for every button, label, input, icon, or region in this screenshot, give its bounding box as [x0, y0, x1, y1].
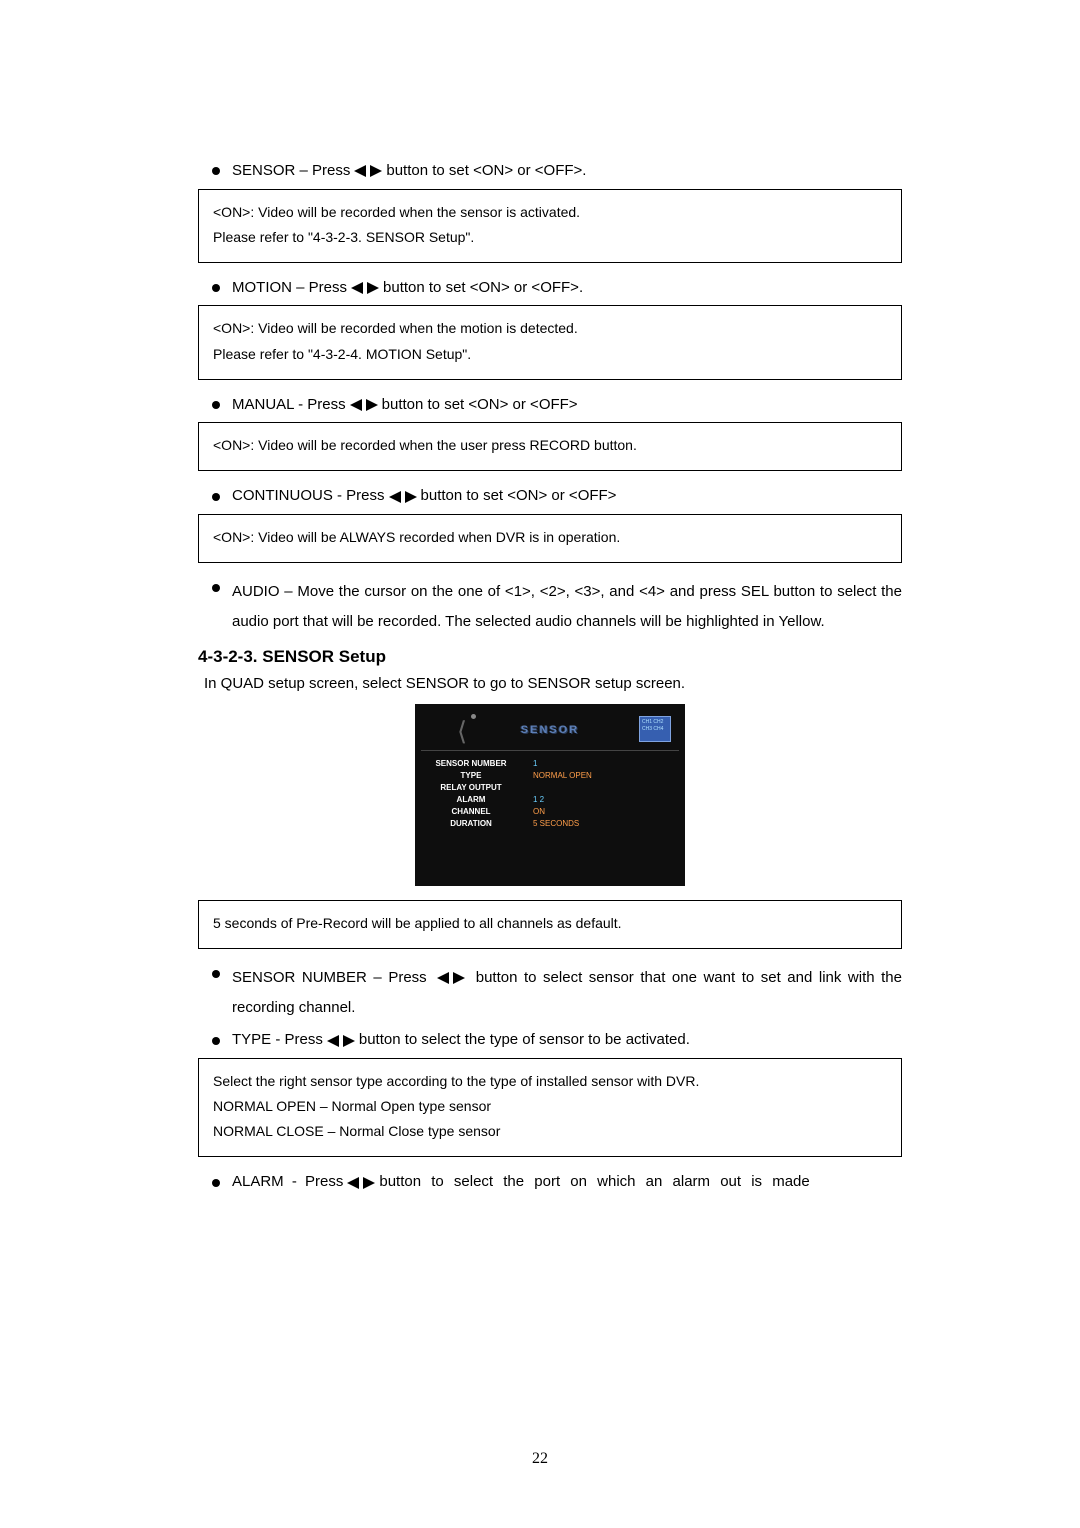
sensor-screenshot-title: SENSOR	[521, 724, 579, 736]
bullet-continuous: CONTINUOUS - Press button to set <ON> or…	[198, 485, 902, 508]
type-box-line2: NORMAL OPEN – Normal Open type sensor	[213, 1094, 887, 1119]
row-label: RELAY OUTPUT	[421, 783, 521, 792]
bullet-icon	[212, 584, 220, 592]
bullet-sensor-number: SENSOR NUMBER – Press button to select s…	[198, 963, 902, 1023]
bullet-icon	[212, 1179, 220, 1187]
left-right-arrow-icon	[389, 490, 417, 504]
badge-line1: CH1 CH2	[642, 719, 668, 726]
manual-text-pre: MANUAL - Press	[232, 394, 346, 417]
sensor-box-line2: Please refer to "4-3-2-3. SENSOR Setup".	[213, 225, 887, 250]
sensor-table: SENSOR NUMBER1 TYPENORMAL OPEN RELAY OUT…	[421, 757, 679, 829]
sensor-text-post: button to set <ON> or <OFF>.	[386, 160, 586, 183]
left-right-arrow-icon	[327, 1034, 355, 1048]
divider	[421, 750, 679, 751]
manual-box-line1: <ON>: Video will be recorded when the us…	[213, 433, 887, 458]
bullet-alarm: ALARM - Press button to select the port …	[198, 1171, 902, 1194]
section-intro: In QUAD setup screen, select SENSOR to g…	[204, 675, 902, 692]
sensor-number-pre: SENSOR NUMBER – Press	[232, 969, 433, 986]
type-box-line3: NORMAL CLOSE – Normal Close type sensor	[213, 1119, 887, 1144]
row-value: 1 2	[521, 795, 544, 804]
left-right-arrow-icon	[347, 1176, 375, 1190]
row-value: 1	[521, 759, 537, 768]
prerecord-text: 5 seconds of Pre-Record will be applied …	[213, 911, 887, 936]
row-value: 5 SECONDS	[521, 819, 579, 828]
section-header: 4-3-2-3. SENSOR Setup	[198, 647, 902, 667]
bullet-icon	[212, 493, 220, 501]
bullet-icon	[212, 167, 220, 175]
sensor-setup-screenshot: ⟨ SENSOR CH1 CH2 CH3 CH4 SENSOR NUMBER1 …	[415, 704, 685, 886]
type-text-post: button to select the type of sensor to b…	[359, 1029, 690, 1052]
prerecord-box: 5 seconds of Pre-Record will be applied …	[198, 900, 902, 949]
bullet-motion: MOTION – Press button to set <ON> or <OF…	[198, 277, 902, 300]
row-label: CHANNEL	[421, 807, 521, 816]
motion-box-line1: <ON>: Video will be recorded when the mo…	[213, 316, 887, 341]
bullet-icon	[212, 284, 220, 292]
row-label: TYPE	[421, 771, 521, 780]
page-number: 22	[532, 1450, 548, 1468]
alarm-text-pre: ALARM - Press	[232, 1171, 343, 1194]
left-right-arrow-icon	[351, 281, 379, 295]
continuous-text-pre: CONTINUOUS - Press	[232, 485, 385, 508]
left-right-arrow-icon	[437, 971, 465, 985]
motion-box-line2: Please refer to "4-3-2-4. MOTION Setup".	[213, 342, 887, 367]
continuous-box: <ON>: Video will be ALWAYS recorded when…	[198, 514, 902, 563]
audio-text: AUDIO – Move the cursor on the one of <1…	[232, 577, 902, 637]
bullet-type: TYPE - Press button to select the type o…	[198, 1029, 902, 1052]
badge-line2: CH3 CH4	[642, 726, 668, 733]
row-value: NORMAL OPEN	[521, 771, 592, 780]
sensor-box-line1: <ON>: Video will be recorded when the se…	[213, 200, 887, 225]
bracket-icon: ⟨	[457, 716, 467, 747]
motion-text-post: button to set <ON> or <OFF>.	[383, 277, 583, 300]
continuous-text-post: button to set <ON> or <OFF>	[421, 485, 617, 508]
sensor-text-pre: SENSOR – Press	[232, 160, 350, 183]
bullet-audio: AUDIO – Move the cursor on the one of <1…	[198, 577, 902, 637]
left-right-arrow-icon	[350, 398, 378, 412]
motion-box: <ON>: Video will be recorded when the mo…	[198, 305, 902, 379]
continuous-box-line1: <ON>: Video will be ALWAYS recorded when…	[213, 525, 887, 550]
bullet-icon	[212, 1037, 220, 1045]
row-value: ON	[521, 807, 545, 816]
type-box-line1: Select the right sensor type according t…	[213, 1069, 887, 1094]
row-label: DURATION	[421, 819, 521, 828]
bullet-sensor: SENSOR – Press button to set <ON> or <OF…	[198, 160, 902, 183]
channel-badge: CH1 CH2 CH3 CH4	[639, 716, 671, 742]
manual-text-post: button to set <ON> or <OFF>	[382, 394, 578, 417]
type-text-pre: TYPE - Press	[232, 1029, 323, 1052]
alarm-text-post: button to select the port on which an al…	[379, 1171, 902, 1194]
bullet-icon	[212, 970, 220, 978]
bullet-manual: MANUAL - Press button to set <ON> or <OF…	[198, 394, 902, 417]
row-label: ALARM	[421, 795, 521, 804]
type-box: Select the right sensor type according t…	[198, 1058, 902, 1158]
sensor-screenshot-header: ⟨ SENSOR CH1 CH2 CH3 CH4	[421, 710, 679, 750]
row-label: SENSOR NUMBER	[421, 759, 521, 768]
decor-dot-icon	[471, 714, 476, 719]
document-page: SENSOR – Press button to set <ON> or <OF…	[0, 0, 1080, 1528]
manual-box: <ON>: Video will be recorded when the us…	[198, 422, 902, 471]
left-right-arrow-icon	[354, 164, 382, 178]
bullet-icon	[212, 401, 220, 409]
motion-text-pre: MOTION – Press	[232, 277, 347, 300]
sensor-box: <ON>: Video will be recorded when the se…	[198, 189, 902, 263]
